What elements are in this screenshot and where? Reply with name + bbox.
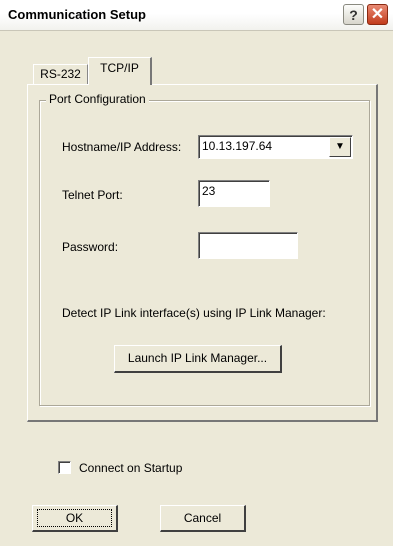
connect-on-startup-checkbox[interactable] xyxy=(58,461,71,474)
close-button[interactable]: ✕ xyxy=(367,4,388,25)
launch-ip-link-manager-label: Launch IP Link Manager... xyxy=(127,351,268,365)
detect-ip-link-text: Detect IP Link interface(s) using IP Lin… xyxy=(62,306,326,320)
telnet-port-input[interactable]: 23 xyxy=(198,180,270,207)
launch-ip-link-manager-button[interactable]: Launch IP Link Manager... xyxy=(114,345,282,373)
cancel-button[interactable]: Cancel xyxy=(160,505,246,532)
question-mark-icon: ? xyxy=(349,7,358,23)
tab-rs232-label: RS-232 xyxy=(40,67,81,81)
password-label: Password: xyxy=(62,240,119,254)
cancel-label: Cancel xyxy=(183,511,222,525)
close-icon: ✕ xyxy=(370,6,385,23)
communication-setup-dialog: Communication Setup ? ✕ RS-232 TCP/IP Po… xyxy=(0,0,393,546)
hostname-label: Hostname/IP Address: xyxy=(62,140,182,154)
hostname-dropdown-button[interactable]: ▼ xyxy=(329,137,351,157)
ok-button[interactable]: OK xyxy=(32,505,118,532)
connect-on-startup-label[interactable]: Connect on Startup xyxy=(79,461,182,475)
tab-tcpip-label: TCP/IP xyxy=(100,61,139,75)
telnet-port-label: Telnet Port: xyxy=(62,188,123,202)
password-input[interactable] xyxy=(198,232,298,259)
help-button[interactable]: ? xyxy=(343,4,364,25)
port-configuration-label: Port Configuration xyxy=(46,92,149,106)
dialog-title: Communication Setup xyxy=(8,7,146,22)
telnet-port-value: 23 xyxy=(202,184,216,198)
tab-rs232[interactable]: RS-232 xyxy=(33,64,88,84)
tab-tcpip[interactable]: TCP/IP xyxy=(88,57,152,85)
hostname-value: 10.13.197.64 xyxy=(202,139,273,153)
title-bar[interactable]: Communication Setup ? ✕ xyxy=(0,0,393,31)
ok-label: OK xyxy=(36,509,113,527)
chevron-down-icon: ▼ xyxy=(335,141,345,152)
